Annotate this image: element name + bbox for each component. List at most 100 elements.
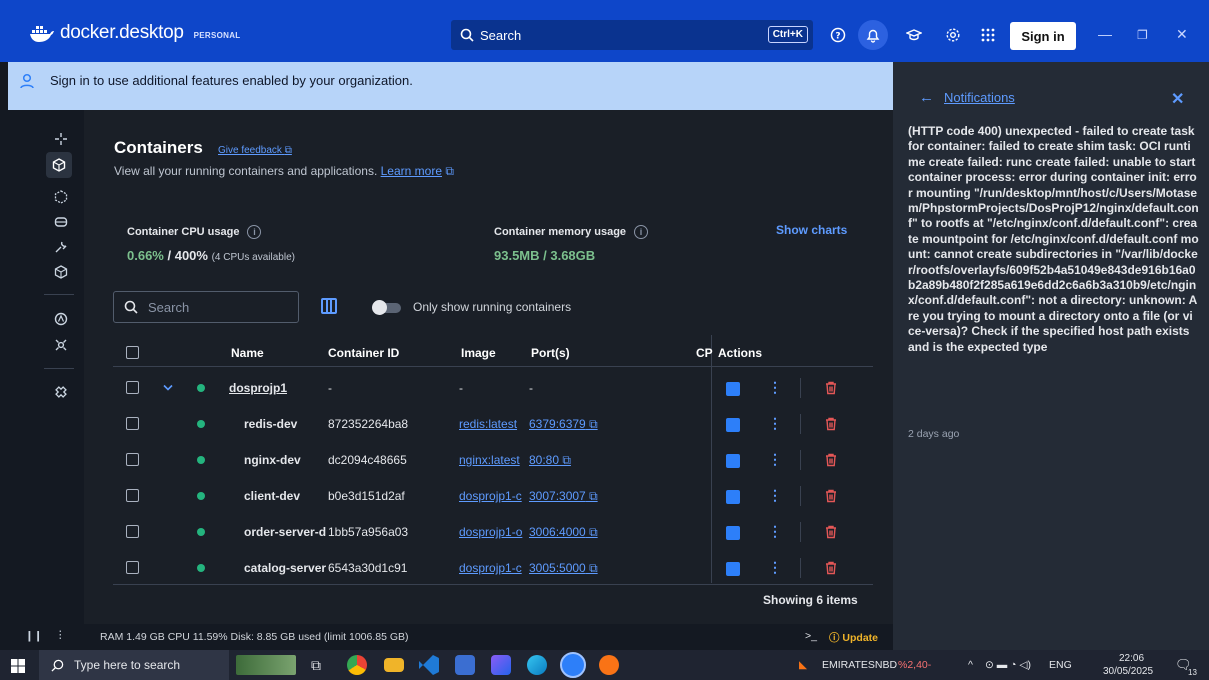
container-image-link[interactable]: dosprojp1-o <box>459 525 527 539</box>
sidebar-builds-icon[interactable] <box>52 238 70 256</box>
stop-icon[interactable] <box>726 454 740 468</box>
container-ports-link[interactable]: 3005:5000 ⧉ <box>529 561 598 576</box>
container-name[interactable]: catalog-server-dev <box>244 561 326 575</box>
global-search[interactable]: Search Ctrl+K <box>451 20 813 50</box>
row-checkbox[interactable] <box>126 489 139 502</box>
clock-time[interactable]: 22:06 <box>1119 653 1144 664</box>
container-name[interactable]: client-dev <box>244 489 324 503</box>
language-indicator[interactable]: ENG <box>1049 659 1072 671</box>
container-name[interactable]: order-server-dev <box>244 525 326 539</box>
table-row[interactable]: redis-dev 872352264ba8 redis:latest 6379… <box>113 406 873 442</box>
container-image-link[interactable]: dosprojp1-c <box>459 489 527 503</box>
notifications-bell-icon[interactable] <box>858 20 888 50</box>
select-all-checkbox[interactable] <box>126 346 139 359</box>
container-ports-link[interactable]: 6379:6379 ⧉ <box>529 417 598 432</box>
engine-status-icon[interactable]: ❙❙ <box>25 630 43 642</box>
container-ports-link[interactable]: 3007:3007 ⧉ <box>529 489 598 504</box>
edge-icon[interactable] <box>527 655 547 675</box>
show-charts-button[interactable]: Show charts <box>776 223 847 237</box>
more-actions-icon[interactable]: ⋮ <box>768 559 782 576</box>
info-icon[interactable]: i <box>247 225 262 239</box>
settings-gear-icon[interactable] <box>944 26 962 44</box>
learning-center-icon[interactable] <box>905 26 923 44</box>
container-ports-link[interactable]: 80:80 ⧉ <box>529 453 571 468</box>
news-widget-icon[interactable] <box>236 655 296 675</box>
container-image-link[interactable]: dosprojp1-c <box>459 561 527 575</box>
stop-icon[interactable] <box>726 418 740 432</box>
sidebar-models-icon[interactable] <box>52 263 70 281</box>
row-checkbox[interactable] <box>126 453 139 466</box>
arrow-left-icon[interactable]: ← <box>919 89 934 106</box>
table-row[interactable]: catalog-server-dev 6543a30d1c91 dosprojp… <box>113 550 873 586</box>
delete-trash-icon[interactable] <box>824 561 838 575</box>
more-actions-icon[interactable]: ⋮ <box>768 451 782 468</box>
table-row[interactable]: order-server-dev 1bb57a956a03 dosprojp1-… <box>113 514 873 550</box>
info-icon[interactable]: i <box>634 225 649 239</box>
container-image-link[interactable]: redis:latest <box>459 417 527 431</box>
column-header-image[interactable]: Image <box>461 346 496 360</box>
tray-icons[interactable]: ⊙ ▬ ◔ ◁) <box>985 659 1031 671</box>
notifications-header[interactable]: ← Notifications <box>919 89 1015 106</box>
stop-icon[interactable] <box>726 382 740 396</box>
table-row[interactable]: client-dev b0e3d151d2af dosprojp1-c 3007… <box>113 478 873 514</box>
phpstorm-icon[interactable] <box>455 655 475 675</box>
more-actions-icon[interactable]: ⋮ <box>768 487 782 504</box>
container-name[interactable]: nginx-dev <box>244 453 324 467</box>
row-checkbox[interactable] <box>126 525 139 538</box>
column-header-name[interactable]: Name <box>231 346 264 360</box>
postman-icon[interactable] <box>599 655 619 675</box>
stock-name[interactable]: EMIRATESNBD <box>822 659 897 671</box>
give-feedback-link[interactable]: Give feedback ⧉ <box>218 145 292 156</box>
delete-trash-icon[interactable] <box>824 453 838 467</box>
docker-taskbar-icon[interactable] <box>560 652 586 678</box>
row-checkbox[interactable] <box>126 417 139 430</box>
task-view-icon[interactable]: ⧉ <box>311 657 321 674</box>
container-search-input[interactable]: Search <box>113 291 299 323</box>
stop-icon[interactable] <box>726 562 740 576</box>
column-header-cpu[interactable]: CP <box>696 346 713 360</box>
more-actions-icon[interactable]: ⋮ <box>768 379 782 396</box>
close-window-icon[interactable]: ✕ <box>1176 26 1188 43</box>
minimize-icon[interactable]: — <box>1098 26 1112 42</box>
container-image-link[interactable]: nginx:latest <box>459 453 525 467</box>
sidebar-volumes-icon[interactable] <box>52 213 70 231</box>
app-icon[interactable] <box>491 655 511 675</box>
running-only-toggle[interactable] <box>372 300 401 315</box>
apps-grid-icon[interactable] <box>979 26 997 44</box>
column-selector-icon[interactable] <box>321 298 337 314</box>
table-row[interactable]: dosprojp1 - - - ⋮ <box>113 370 873 406</box>
delete-trash-icon[interactable] <box>824 417 838 431</box>
sidebar-ask-gordon-icon[interactable] <box>52 130 70 148</box>
windows-start-icon[interactable] <box>11 659 25 673</box>
close-notifications-icon[interactable]: ✕ <box>1171 89 1184 109</box>
more-options-icon[interactable]: ⋮ <box>55 629 66 641</box>
sidebar-containers-icon[interactable] <box>46 152 72 178</box>
column-header-ports[interactable]: Port(s) <box>531 346 570 360</box>
row-checkbox[interactable] <box>126 381 139 394</box>
container-name[interactable]: redis-dev <box>244 417 324 431</box>
help-icon[interactable]: ? <box>829 26 847 44</box>
chevron-down-icon[interactable] <box>163 384 173 392</box>
stop-icon[interactable] <box>726 526 740 540</box>
clock-date[interactable]: 30/05/2025 <box>1103 666 1153 677</box>
chrome-icon[interactable] <box>347 655 367 675</box>
more-actions-icon[interactable]: ⋮ <box>768 415 782 432</box>
sign-in-button[interactable]: Sign in <box>1010 22 1076 50</box>
tray-chevron-up-icon[interactable]: ^ <box>968 659 973 671</box>
container-ports-link[interactable]: 3006:4000 ⧉ <box>529 525 598 540</box>
stop-icon[interactable] <box>726 490 740 504</box>
delete-trash-icon[interactable] <box>824 381 838 395</box>
delete-trash-icon[interactable] <box>824 489 838 503</box>
learn-more-link[interactable]: Learn more <box>381 164 442 178</box>
row-checkbox[interactable] <box>126 561 139 574</box>
container-name[interactable]: dosprojp1 <box>229 381 287 395</box>
sidebar-add-extensions-icon[interactable] <box>52 383 70 401</box>
notifications-title[interactable]: Notifications <box>944 90 1015 105</box>
sidebar-images-icon[interactable] <box>52 188 70 206</box>
taskbar-search-input[interactable]: Type here to search <box>39 650 229 680</box>
table-row[interactable]: nginx-dev dc2094c48665 nginx:latest 80:8… <box>113 442 873 478</box>
sidebar-scout-icon[interactable] <box>52 310 70 328</box>
update-button[interactable]: ⓘ Update <box>829 630 878 645</box>
sidebar-extensions-icon[interactable] <box>52 336 70 354</box>
file-explorer-icon[interactable] <box>384 658 404 672</box>
